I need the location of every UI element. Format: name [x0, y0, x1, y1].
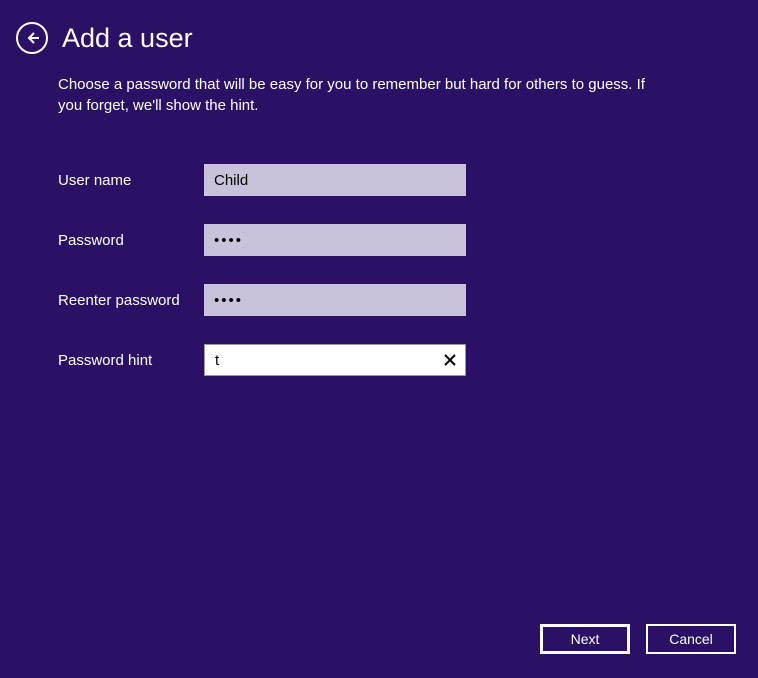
username-row: User name: [58, 164, 758, 196]
password-row: Password: [58, 224, 758, 256]
back-arrow-icon: [24, 30, 40, 46]
username-input[interactable]: [204, 164, 466, 196]
reenter-password-input[interactable]: [204, 284, 466, 316]
cancel-button[interactable]: Cancel: [646, 624, 736, 654]
password-hint-input[interactable]: [205, 345, 435, 375]
reenter-password-label: Reenter password: [58, 292, 204, 309]
user-form: User name Password Reenter password Pass…: [0, 116, 758, 376]
reenter-password-row: Reenter password: [58, 284, 758, 316]
password-hint-wrapper: [204, 344, 466, 376]
page-description: Choose a password that will be easy for …: [0, 54, 700, 116]
page-title: Add a user: [62, 23, 193, 54]
next-button[interactable]: Next: [540, 624, 630, 654]
close-icon: [443, 353, 457, 367]
password-hint-label: Password hint: [58, 352, 204, 369]
password-input[interactable]: [204, 224, 466, 256]
clear-hint-button[interactable]: [435, 345, 465, 375]
back-button[interactable]: [16, 22, 48, 54]
password-label: Password: [58, 232, 204, 249]
page-header: Add a user: [0, 0, 758, 54]
username-label: User name: [58, 172, 204, 189]
password-hint-row: Password hint: [58, 344, 758, 376]
footer-buttons: Next Cancel: [540, 624, 736, 654]
